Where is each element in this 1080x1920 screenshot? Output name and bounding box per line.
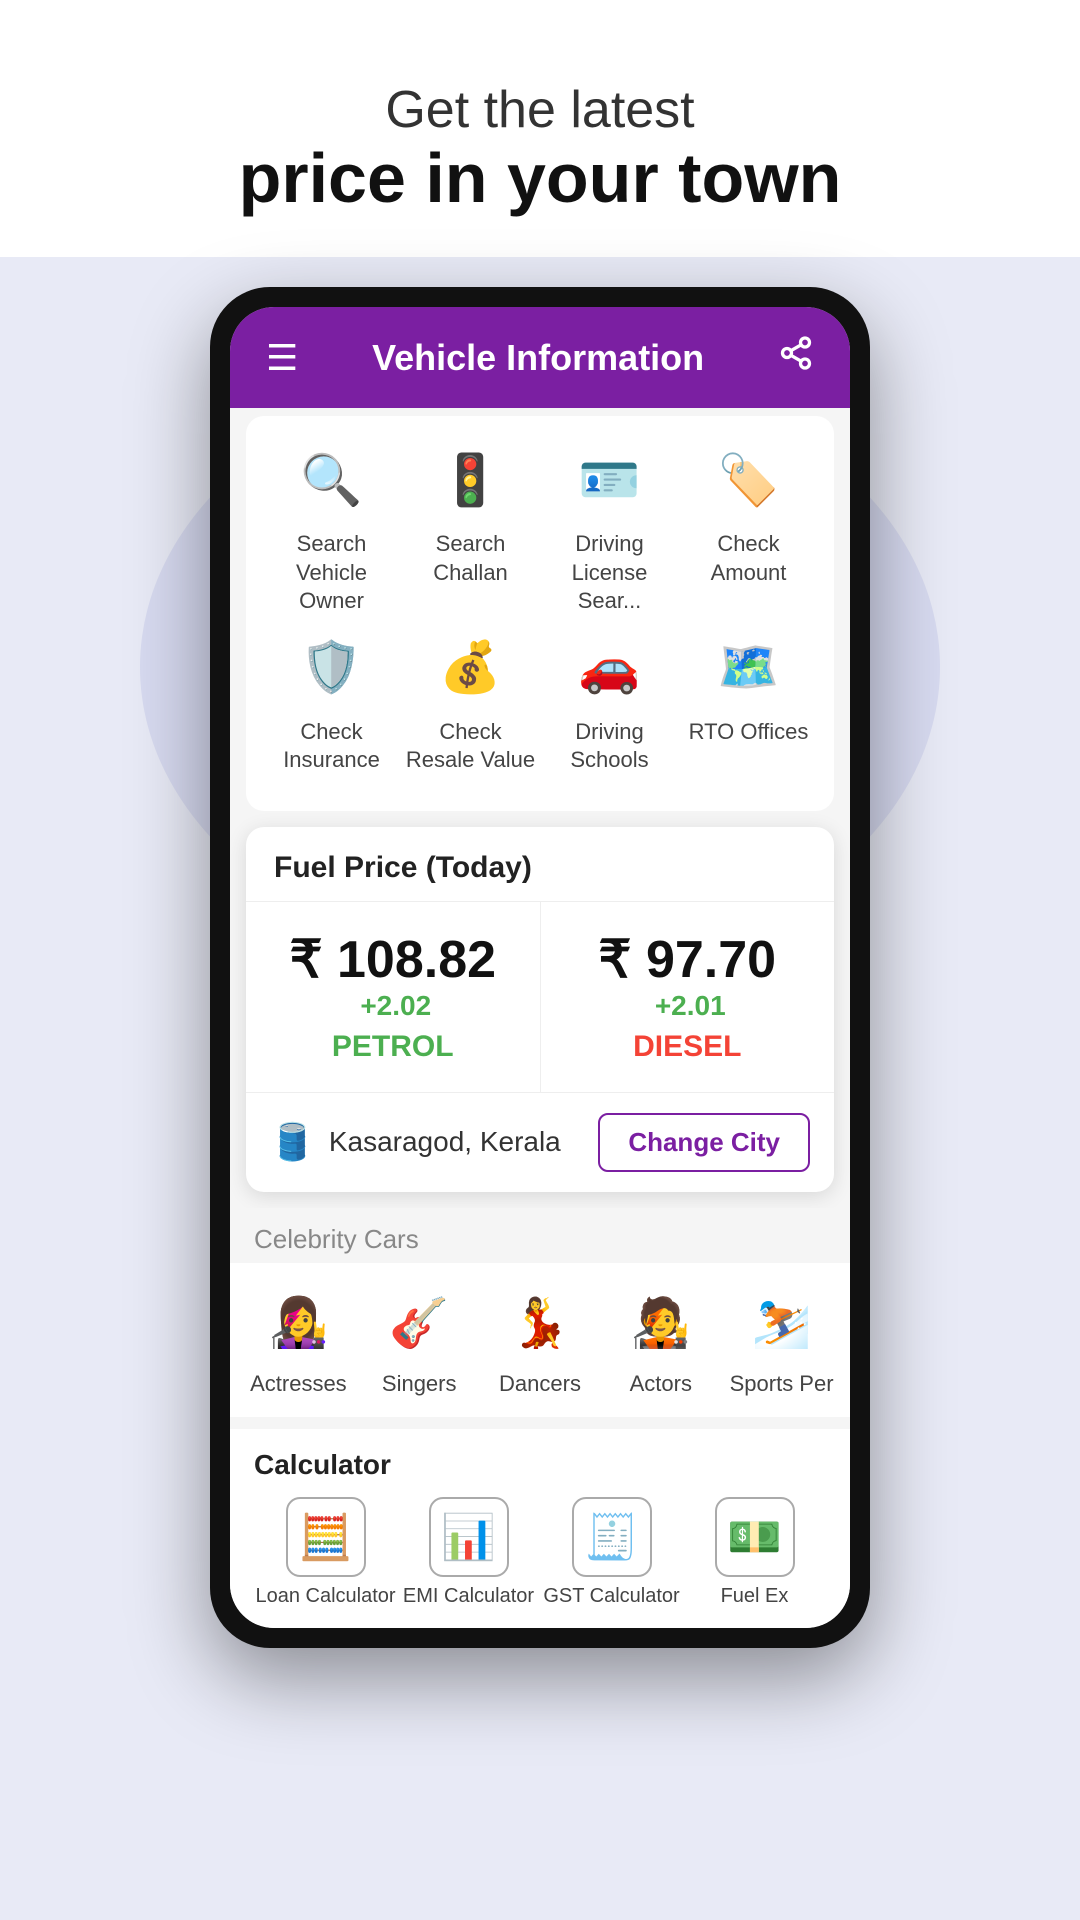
fuel-price-card: Fuel Price (Today) ₹ 108.82 +2.02 PETROL… <box>246 827 834 1192</box>
app-header: ☰ Vehicle Information <box>230 307 850 408</box>
fuel-city-name: Kasaragod, Kerala <box>329 1126 561 1158</box>
change-city-button[interactable]: Change City <box>598 1113 810 1172</box>
grid-item-check-amount[interactable]: 🏷️ Check Amount <box>684 440 814 616</box>
dancers-icon: 💃 <box>500 1283 580 1363</box>
actors-icon: 🧑‍🎤 <box>621 1283 701 1363</box>
singers-icon: 🎸 <box>379 1283 459 1363</box>
calc-item-loan-calculator[interactable]: 🧮 Loan Calculator <box>254 1497 397 1608</box>
check-insurance-icon: 🛡️ <box>292 628 372 708</box>
loan-calculator-label: Loan Calculator <box>255 1585 395 1608</box>
fuel-ex-icon: 💵 <box>715 1497 795 1577</box>
actresses-label: Actresses <box>250 1371 347 1397</box>
celebrity-section-label: Celebrity Cars <box>230 1208 850 1263</box>
celeb-item-dancers[interactable]: 💃 Dancers <box>480 1283 601 1397</box>
emi-calculator-label: EMI Calculator <box>403 1585 534 1608</box>
petrol-label: PETROL <box>270 1030 516 1064</box>
grid-item-search-vehicle-owner[interactable]: 🔍 Search Vehicle Owner <box>267 440 397 616</box>
diesel-change: +2.01 <box>655 990 726 1021</box>
diesel-amount: ₹ 97.70 <box>598 931 776 989</box>
calculator-row: 🧮 Loan Calculator 📊 EMI Calculator 🧾 GST… <box>254 1497 826 1608</box>
driving-license-icon: 🪪 <box>570 440 650 520</box>
diesel-price-col: ₹ 97.70 +2.01 DIESEL <box>541 902 835 1092</box>
phone-shell: ☰ Vehicle Information 🔍 Search Vehicle O… <box>210 287 870 1648</box>
petrol-amount: ₹ 108.82 <box>289 931 496 989</box>
gst-calculator-label: GST Calculator <box>543 1585 679 1608</box>
check-insurance-label: Check Insurance <box>267 718 397 775</box>
fuel-pump-icon: 🛢️ <box>270 1121 315 1163</box>
hero-title: price in your town <box>40 140 1040 217</box>
emi-calculator-icon: 📊 <box>429 1497 509 1577</box>
calc-item-emi-calculator[interactable]: 📊 EMI Calculator <box>397 1497 540 1608</box>
grid-item-check-resale-value[interactable]: 💰 Check Resale Value <box>406 628 536 775</box>
fuel-city-row: 🛢️ Kasaragod, Kerala Change City <box>246 1093 834 1192</box>
calculator-title: Calculator <box>254 1449 826 1481</box>
petrol-price-col: ₹ 108.82 +2.02 PETROL <box>246 902 541 1092</box>
rto-offices-label: RTO Offices <box>689 718 809 747</box>
search-vehicle-owner-label: Search Vehicle Owner <box>267 530 397 616</box>
search-challan-label: Search Challan <box>406 530 536 587</box>
menu-icon[interactable]: ☰ <box>266 337 298 379</box>
share-icon[interactable] <box>778 335 814 380</box>
celeb-item-actresses[interactable]: 👩‍🎤 Actresses <box>238 1283 359 1397</box>
sports-persons-icon: ⛷️ <box>742 1283 822 1363</box>
search-challan-icon: 🚦 <box>431 440 511 520</box>
calc-item-fuel-ex[interactable]: 💵 Fuel Ex <box>683 1497 826 1608</box>
celeb-item-singers[interactable]: 🎸 Singers <box>359 1283 480 1397</box>
fuel-city-info: 🛢️ Kasaragod, Kerala <box>270 1121 561 1163</box>
fuel-card-header: Fuel Price (Today) <box>246 827 834 902</box>
singers-label: Singers <box>382 1371 457 1397</box>
check-resale-value-label: Check Resale Value <box>406 718 536 775</box>
check-amount-icon: 🏷️ <box>709 440 789 520</box>
hero-subtitle: Get the latest <box>40 80 1040 140</box>
driving-license-label: Driving License Sear... <box>545 530 675 616</box>
fuel-card-title: Fuel Price (Today) <box>274 851 806 885</box>
diesel-amount-row: ₹ 97.70 +2.01 <box>565 930 811 1022</box>
gst-calculator-icon: 🧾 <box>572 1497 652 1577</box>
grid-row-1: 🔍 Search Vehicle Owner 🚦 Search Challan … <box>262 440 818 616</box>
sports-persons-label: Sports Per <box>730 1371 834 1397</box>
grid-row-2: 🛡️ Check Insurance 💰 Check Resale Value … <box>262 628 818 775</box>
fuel-prices-row: ₹ 108.82 +2.02 PETROL ₹ 97.70 +2.01 DIES… <box>246 902 834 1093</box>
calculator-section: Calculator 🧮 Loan Calculator 📊 EMI Calcu… <box>230 1429 850 1628</box>
phone-wrapper: ☰ Vehicle Information 🔍 Search Vehicle O… <box>0 287 1080 1648</box>
app-header-title: Vehicle Information <box>372 337 704 379</box>
grid-item-driving-license[interactable]: 🪪 Driving License Sear... <box>545 440 675 616</box>
grid-item-rto-offices[interactable]: 🗺️ RTO Offices <box>684 628 814 775</box>
driving-schools-icon: 🚗 <box>570 628 650 708</box>
petrol-change: +2.02 <box>360 990 431 1021</box>
check-amount-label: Check Amount <box>684 530 814 587</box>
search-vehicle-owner-icon: 🔍 <box>292 440 372 520</box>
features-grid: 🔍 Search Vehicle Owner 🚦 Search Challan … <box>246 416 834 811</box>
phone-screen: ☰ Vehicle Information 🔍 Search Vehicle O… <box>230 307 850 1628</box>
check-resale-value-icon: 💰 <box>431 628 511 708</box>
dancers-label: Dancers <box>499 1371 581 1397</box>
calc-item-gst-calculator[interactable]: 🧾 GST Calculator <box>540 1497 683 1608</box>
hero-section: Get the latest price in your town <box>0 0 1080 257</box>
grid-item-driving-schools[interactable]: 🚗 Driving Schools <box>545 628 675 775</box>
celebrity-row: 👩‍🎤 Actresses 🎸 Singers 💃 Dancers 🧑‍🎤 Ac… <box>230 1263 850 1417</box>
celeb-item-sports-persons[interactable]: ⛷️ Sports Per <box>721 1283 842 1397</box>
loan-calculator-icon: 🧮 <box>286 1497 366 1577</box>
rto-offices-icon: 🗺️ <box>709 628 789 708</box>
fuel-ex-label: Fuel Ex <box>721 1585 789 1608</box>
petrol-amount-row: ₹ 108.82 +2.02 <box>270 930 516 1022</box>
actresses-icon: 👩‍🎤 <box>258 1283 338 1363</box>
diesel-label: DIESEL <box>565 1030 811 1064</box>
actors-label: Actors <box>630 1371 692 1397</box>
driving-schools-label: Driving Schools <box>545 718 675 775</box>
grid-item-search-challan[interactable]: 🚦 Search Challan <box>406 440 536 616</box>
grid-item-check-insurance[interactable]: 🛡️ Check Insurance <box>267 628 397 775</box>
celeb-item-actors[interactable]: 🧑‍🎤 Actors <box>600 1283 721 1397</box>
